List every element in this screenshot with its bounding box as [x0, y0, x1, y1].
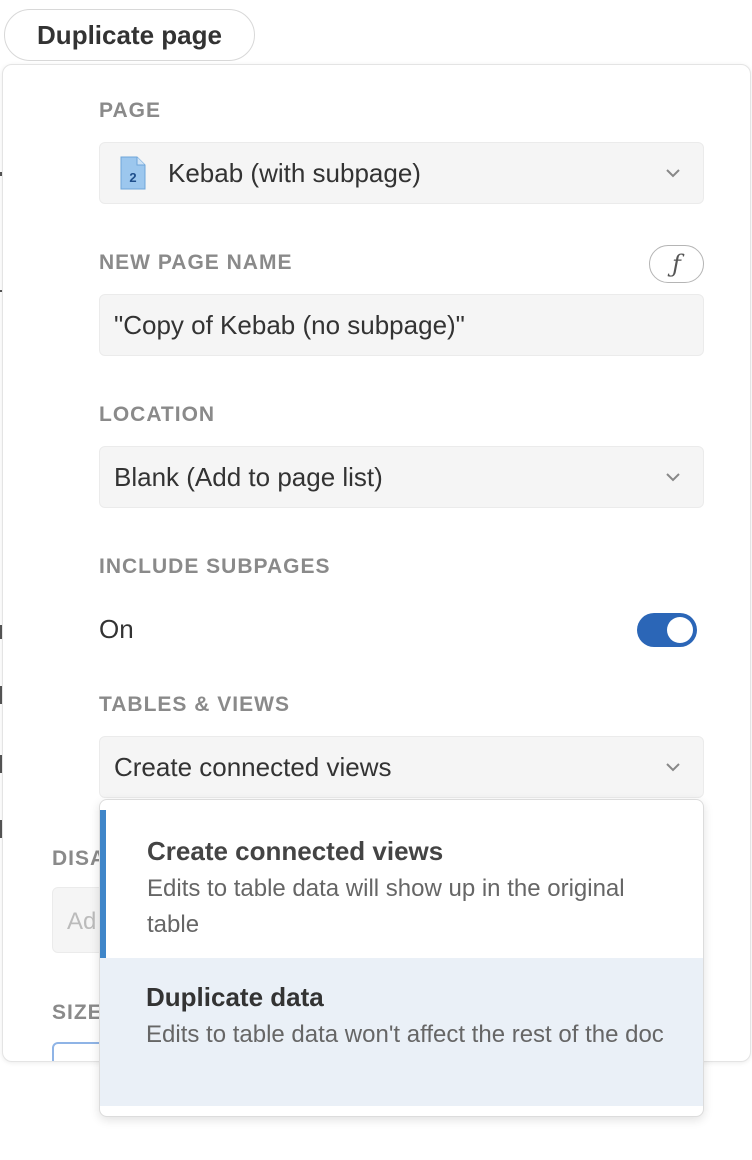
page-select[interactable]: 2 Kebab (with subpage): [99, 142, 704, 204]
include-subpages-toggle[interactable]: [637, 613, 697, 647]
document-icon-number: 2: [129, 170, 136, 185]
formula-button[interactable]: ƒ: [649, 245, 704, 283]
option-description: Edits to table data will show up in the …: [147, 875, 625, 938]
new-page-name-value: "Copy of Kebab (no subpage)": [114, 309, 465, 340]
tables-views-dropdown-menu: Create connected views Edits to table da…: [99, 799, 704, 1117]
page-select-value: Kebab (with subpage): [168, 157, 421, 188]
chevron-down-icon: [666, 763, 680, 772]
option-create-connected-views[interactable]: Create connected views Edits to table da…: [100, 810, 703, 958]
location-select[interactable]: Blank (Add to page list): [99, 446, 704, 508]
new-page-name-field[interactable]: "Copy of Kebab (no subpage)": [99, 294, 704, 356]
tables-views-select-value: Create connected views: [114, 751, 392, 782]
location-select-value: Blank (Add to page list): [114, 461, 383, 492]
option-title: Create connected views: [147, 836, 444, 866]
include-subpages-state: On: [99, 614, 134, 644]
tables-views-label: TABLES & VIEWS: [99, 693, 290, 716]
duplicate-page-button[interactable]: Duplicate page: [4, 9, 255, 61]
chevron-down-icon: [666, 169, 680, 178]
background-input-placeholder: Ad: [67, 908, 97, 935]
option-title: Duplicate data: [146, 982, 324, 1012]
background-label-size: SIZE: [52, 1001, 103, 1024]
tables-views-select[interactable]: Create connected views: [99, 736, 704, 798]
location-label: LOCATION: [99, 403, 216, 426]
page-label: PAGE: [99, 99, 161, 122]
toggle-knob: [667, 617, 693, 643]
chevron-down-icon: [666, 473, 680, 482]
include-subpages-label: INCLUDE SUBPAGES: [99, 555, 331, 578]
new-page-name-label: NEW PAGE NAME: [99, 251, 293, 274]
option-description: Edits to table data won't affect the res…: [146, 1021, 664, 1048]
option-duplicate-data[interactable]: Duplicate data Edits to table data won't…: [100, 958, 703, 1106]
document-icon: 2: [120, 156, 146, 190]
